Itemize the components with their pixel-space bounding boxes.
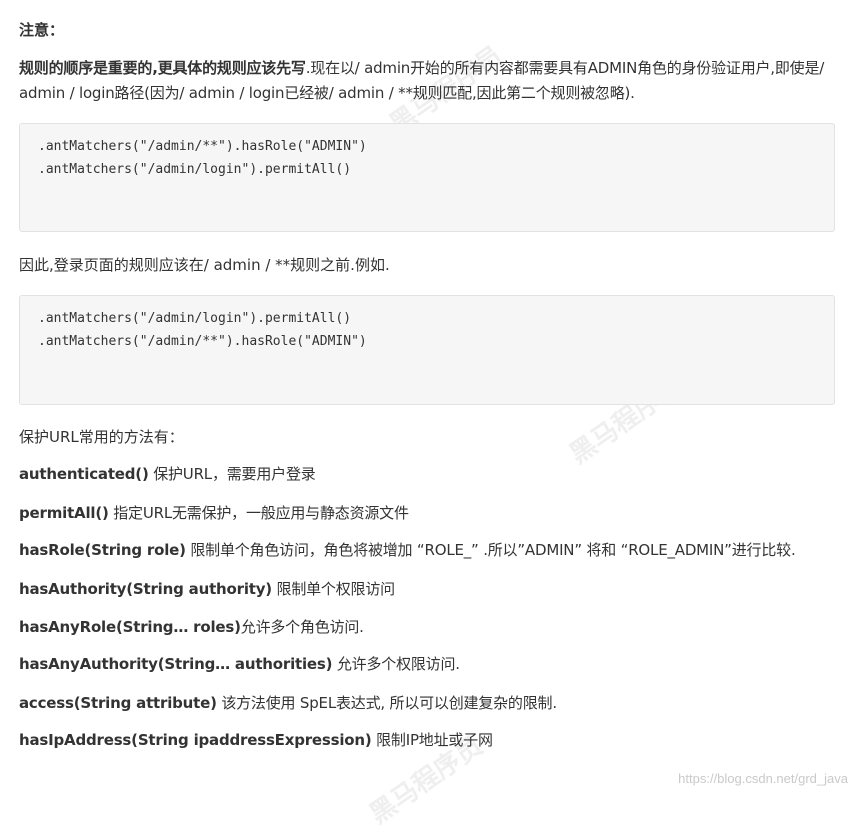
method-name: hasAuthority(String authority) [19, 580, 272, 598]
hence-paragraph: 因此,登录页面的规则应该在/ admin / **规则之前.例如. [19, 256, 390, 274]
method-desc: 允许多个权限访问. [332, 655, 460, 673]
code-block[interactable]: .antMatchers("/admin/**").hasRole("ADMIN… [19, 123, 835, 232]
method-item: permitAll() 指定URL无需保护，一般应用与静态资源文件 [19, 503, 409, 523]
intro-bold: 规则的顺序是重要的,更具体的规则应该先写 [19, 59, 306, 77]
methods-heading: 保护URL常用的方法有： [19, 428, 184, 446]
method-item: hasRole(String role) 限制单个角色访问，角色将被增加 “RO… [19, 540, 796, 560]
method-item: authenticated() 保护URL，需要用户登录 [19, 464, 316, 484]
method-desc: 该方法使用 SpEL表达式, 所以可以创建复杂的限制. [216, 694, 557, 712]
method-desc: 允许多个角色访问. [240, 618, 364, 636]
code-line: .antMatchers("/admin/**").hasRole("ADMIN… [38, 139, 367, 154]
code-block[interactable]: .antMatchers("/admin/login").permitAll()… [19, 295, 835, 405]
method-item: access(String attribute) 该方法使用 SpEL表达式, … [19, 693, 557, 713]
method-desc: 指定URL无需保护，一般应用与静态资源文件 [108, 504, 409, 522]
method-name: access(String attribute) [19, 694, 217, 712]
code-line: .antMatchers("/admin/login").permitAll() [38, 311, 352, 326]
code-line: .antMatchers("/admin/login").permitAll() [38, 161, 352, 177]
method-name: hasRole(String role) [19, 541, 186, 559]
method-desc: 限制单个角色访问，角色将被增加 “ROLE_” .所以”ADMIN” 将和 “R… [185, 541, 796, 559]
method-name: hasAnyRole(String… roles) [19, 618, 241, 636]
method-desc: 限制IP地址或子网 [371, 731, 493, 749]
method-name: authenticated() [19, 465, 149, 483]
method-name: permitAll() [19, 504, 109, 522]
note-title: 注意： [19, 21, 65, 39]
method-desc: 保护URL，需要用户登录 [148, 465, 316, 483]
method-item: hasAnyAuthority(String… authorities) 允许多… [19, 654, 460, 674]
method-item: hasIpAddress(String ipaddressExpression)… [19, 730, 493, 750]
code-line: .antMatchers("/admin/**").hasRole("ADMIN… [38, 333, 367, 349]
url-watermark: https://blog.csdn.net/grd_java [678, 771, 848, 786]
method-name: hasAnyAuthority(String… authorities) [19, 655, 333, 673]
method-desc: 限制单个权限访问 [271, 580, 396, 598]
method-item: hasAuthority(String authority) 限制单个权限访问 [19, 579, 395, 599]
intro-paragraph: 规则的顺序是重要的,更具体的规则应该先写.现在以/ admin开始的所有内容都需… [19, 56, 831, 106]
method-name: hasIpAddress(String ipaddressExpression) [19, 731, 372, 749]
method-item: hasAnyRole(String… roles)允许多个角色访问. [19, 617, 364, 637]
